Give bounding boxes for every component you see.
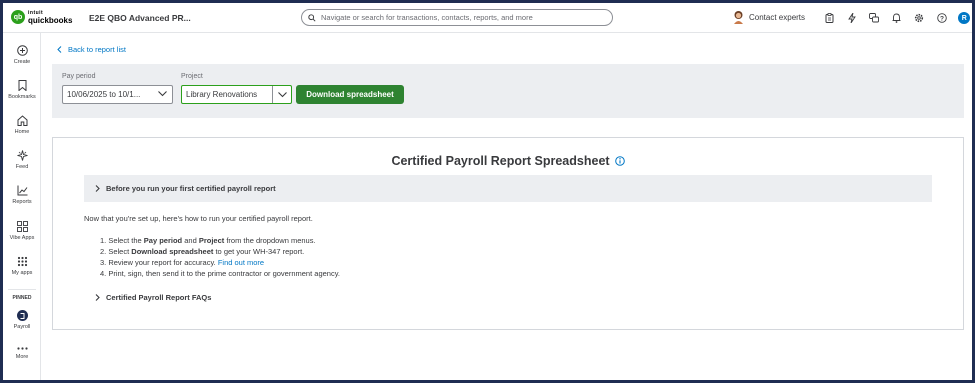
list-item: 1. Select the Pay period and Project fro… <box>100 236 316 245</box>
chevron-left-icon <box>57 46 62 53</box>
quickbooks-logo[interactable]: qb intuit quickbooks <box>11 10 73 25</box>
find-out-more-link[interactable]: Find out more <box>218 258 264 267</box>
top-bar: qb intuit quickbooks E2E QBO Advanced PR… <box>3 3 972 33</box>
nav-bookmarks-label: Bookmarks <box>8 94 36 100</box>
pay-period-select[interactable]: 10/06/2025 to 10/1... <box>62 85 173 104</box>
nav-create[interactable]: Create <box>3 45 41 65</box>
pinned-heading: PINNED <box>12 295 32 301</box>
nav-home-label: Home <box>14 129 30 135</box>
filter-bar: Pay period 10/06/2025 to 10/1... Project… <box>52 64 964 118</box>
steps-list: 1. Select the Pay period and Project fro… <box>100 235 340 279</box>
gear-icon[interactable] <box>908 11 931 25</box>
lightning-icon[interactable] <box>841 11 864 25</box>
nav-payroll[interactable]: Payroll <box>3 310 41 330</box>
nav-more[interactable]: More <box>3 346 41 360</box>
more-dots-icon <box>16 347 28 350</box>
chat-icon[interactable] <box>863 11 886 25</box>
user-avatar: R <box>958 12 971 24</box>
chevron-down-icon <box>158 91 167 97</box>
expert-avatar-icon <box>734 11 743 24</box>
payroll-icon <box>16 310 28 321</box>
chevron-right-icon <box>95 294 100 301</box>
company-name[interactable]: E2E QBO Advanced PR... <box>89 13 191 23</box>
pay-period-value: 10/06/2025 to 10/1... <box>67 90 141 99</box>
search-placeholder: Navigate or search for transactions, con… <box>321 13 533 22</box>
info-icon[interactable] <box>614 155 625 166</box>
back-to-report-list-link[interactable]: Back to report list <box>57 45 126 54</box>
download-spreadsheet-button[interactable]: Download spreadsheet <box>296 85 404 104</box>
report-title-row: Certified Payroll Report Spreadsheet <box>53 154 963 168</box>
chevron-down-icon <box>277 91 287 97</box>
faq-accordion[interactable]: Certified Payroll Report FAQs <box>95 293 211 302</box>
faq-label: Certified Payroll Report FAQs <box>106 293 212 302</box>
project-label: Project <box>181 73 203 80</box>
apps-grid-icon <box>16 221 28 232</box>
sparkle-icon <box>16 150 28 161</box>
nav-my-apps-label: My apps <box>11 270 33 276</box>
nav-reports-label: Reports <box>12 199 32 205</box>
list-item: 2. Select Download spreadsheet to get yo… <box>100 247 305 256</box>
contact-experts-label: Contact experts <box>749 12 806 22</box>
project-value: Library Renovations <box>186 90 258 99</box>
nav-reports[interactable]: Reports <box>3 185 41 205</box>
bell-icon[interactable] <box>886 11 909 25</box>
report-card: Certified Payroll Report Spreadsheet Bef… <box>52 137 964 330</box>
list-item: 4. Print, sign, then send it to the prim… <box>100 269 340 278</box>
nav-bookmarks[interactable]: Bookmarks <box>3 80 41 100</box>
clipboard-icon[interactable] <box>818 11 841 25</box>
nav-divider <box>8 289 36 290</box>
qb-logo-icon: qb <box>11 10 25 24</box>
nav-vibe-apps[interactable]: Vibe Apps <box>3 221 41 241</box>
back-link-label: Back to report list <box>68 45 126 54</box>
logo-product: quickbooks <box>28 16 73 25</box>
project-select[interactable]: Library Renovations <box>181 85 292 104</box>
contact-experts-button[interactable]: Contact experts <box>733 10 805 24</box>
nav-more-label: More <box>15 354 29 360</box>
chart-icon <box>17 185 27 196</box>
app-window: qb intuit quickbooks E2E QBO Advanced PR… <box>3 3 972 380</box>
nav-home[interactable]: Home <box>3 115 41 135</box>
search-icon <box>308 13 316 22</box>
dots-grid-icon <box>17 256 27 267</box>
svg-text:?: ? <box>940 15 944 22</box>
search-input[interactable]: Navigate or search for transactions, con… <box>301 9 613 26</box>
nav-vibe-apps-label: Vibe Apps <box>9 235 35 241</box>
list-item: 3. Review your report for accuracy. Find… <box>100 258 265 267</box>
project-dropdown-toggle[interactable] <box>272 86 291 103</box>
accordion-label: Before you run your first certified payr… <box>106 184 276 193</box>
nav-feed[interactable]: Feed <box>3 150 41 170</box>
nav-feed-label: Feed <box>15 164 29 170</box>
chevron-right-icon <box>95 185 100 192</box>
user-menu[interactable]: R <box>953 11 972 25</box>
intro-text: Now that you're set up, here's how to ru… <box>84 214 313 223</box>
nav-payroll-label: Payroll <box>13 324 31 330</box>
left-nav: Create Bookmarks Home Feed Reports Vibe … <box>3 33 41 380</box>
plus-circle-icon <box>16 45 28 56</box>
pay-period-label: Pay period <box>62 73 96 80</box>
home-icon <box>17 115 27 126</box>
help-icon[interactable]: ? <box>931 11 954 25</box>
bookmark-icon <box>18 80 26 91</box>
nav-create-label: Create <box>13 59 31 65</box>
report-title: Certified Payroll Report Spreadsheet <box>391 154 610 168</box>
nav-my-apps[interactable]: My apps <box>3 256 41 276</box>
main-content: Back to report list Pay period 10/06/202… <box>42 33 972 380</box>
first-report-accordion[interactable]: Before you run your first certified payr… <box>84 175 932 202</box>
